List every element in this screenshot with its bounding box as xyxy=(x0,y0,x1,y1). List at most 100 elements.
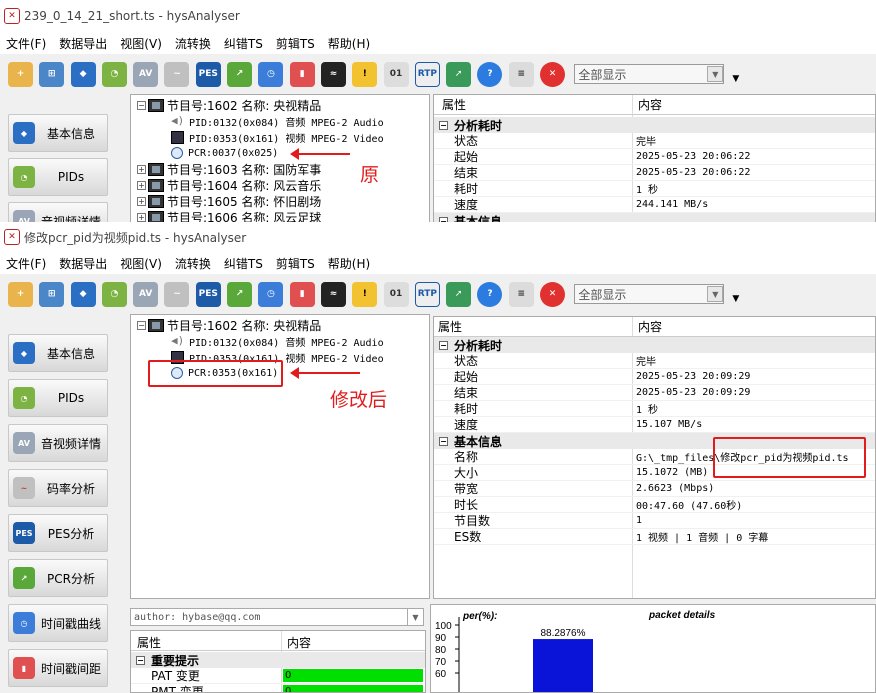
export-arrow-icon[interactable]: ➚ xyxy=(446,281,472,307)
filter-select[interactable]: 全部显示 ▼ xyxy=(574,64,725,84)
pes-icon[interactable]: PES xyxy=(195,61,221,87)
menu-cut-ts[interactable]: 剪辑TS xyxy=(276,35,315,52)
nav-basic-info[interactable]: ◆ 基本信息 xyxy=(8,334,108,372)
expand-icon[interactable]: + xyxy=(137,212,146,222)
speaker-icon: ◀) xyxy=(171,114,185,127)
chevron-down-icon[interactable]: ▼ xyxy=(407,609,423,625)
close-red-icon[interactable]: ✕ xyxy=(540,61,566,87)
bar-chart-icon[interactable]: ▮ xyxy=(289,281,315,307)
network-icon[interactable]: ⊞ xyxy=(39,61,65,87)
menu-help[interactable]: 帮助(H) xyxy=(328,255,370,272)
pie-chart-icon[interactable]: ◔ xyxy=(101,281,127,307)
binary-icon[interactable]: 01 xyxy=(383,281,409,307)
tree-program[interactable]: + 节目号:1605 名称: 怀旧剧场 xyxy=(137,193,321,209)
menu-fix-ts[interactable]: 纠错TS xyxy=(224,255,263,272)
nav-pids[interactable]: ◔ PIDs xyxy=(8,158,108,196)
menu-convert[interactable]: 流转换 xyxy=(175,255,211,272)
nav-pids[interactable]: ◔ PIDs xyxy=(8,379,108,417)
export-arrow-icon[interactable]: ➚ xyxy=(446,61,472,87)
av-icon[interactable]: AV xyxy=(133,61,159,87)
binary-icon[interactable]: 01 xyxy=(383,61,409,87)
expand-icon[interactable]: + xyxy=(137,180,146,190)
info-diamond-icon[interactable]: ◆ xyxy=(70,281,96,307)
menu-view[interactable]: 视图(V) xyxy=(120,35,162,52)
menu-help[interactable]: 帮助(H) xyxy=(328,35,370,52)
menu-file[interactable]: 文件(F) xyxy=(6,255,46,272)
tree-program[interactable]: + 节目号:1603 名称: 国防军事 xyxy=(137,161,321,177)
help-icon[interactable]: ? xyxy=(477,281,503,307)
prop-row: 耗时 1 秒 xyxy=(434,401,875,417)
report-icon[interactable]: ≡ xyxy=(508,61,534,87)
close-red-icon[interactable]: ✕ xyxy=(540,281,566,307)
collapse-icon[interactable]: − xyxy=(439,340,448,350)
tree-audio-pid[interactable]: ◀) PID:0132(0x084) 音频 MPEG-2 Audio xyxy=(171,113,384,129)
nav-bitrate[interactable]: ~ 码率分析 xyxy=(8,469,108,507)
nav-timestamp-curve[interactable]: ◷ 时间戳曲线 xyxy=(8,604,108,642)
bitrate-chart-icon[interactable]: ~ xyxy=(164,61,190,87)
bar-chart-icon[interactable]: ▮ xyxy=(289,61,315,87)
report-icon[interactable]: ≡ xyxy=(508,281,534,307)
av-icon[interactable]: AV xyxy=(133,281,159,307)
warning-icon[interactable]: ! xyxy=(352,281,378,307)
tree-program[interactable]: + 节目号:1604 名称: 风云音乐 xyxy=(137,177,321,193)
nav-pcr[interactable]: ↗ PCR分析 xyxy=(8,559,108,597)
author-select[interactable]: author: hybase@qq.com ▼ xyxy=(130,608,424,626)
info-diamond-icon[interactable]: ◆ xyxy=(70,61,96,87)
menu-export[interactable]: 数据导出 xyxy=(59,255,107,272)
menu-convert[interactable]: 流转换 xyxy=(175,35,211,52)
bitrate-chart-icon[interactable]: ~ xyxy=(164,281,190,307)
rtp-icon[interactable]: RTP xyxy=(414,61,440,87)
clock-icon[interactable]: ◷ xyxy=(258,61,284,87)
expand-icon[interactable]: + xyxy=(137,196,146,206)
section-header[interactable]: − 分析耗时 xyxy=(434,337,875,353)
clock-icon[interactable]: ◷ xyxy=(258,281,284,307)
nav-timestamp-interval[interactable]: ▮ 时间戳间距 xyxy=(8,649,108,687)
section-header[interactable]: − 重要提示 xyxy=(131,652,425,668)
collapse-icon[interactable]: − xyxy=(137,320,146,330)
menu-export[interactable]: 数据导出 xyxy=(59,35,107,52)
chevron-down-icon[interactable]: ▼ xyxy=(707,66,724,82)
waveform-icon[interactable]: ≈ xyxy=(320,281,346,307)
collapse-icon[interactable]: − xyxy=(137,100,146,110)
tree-program[interactable]: − 节目号:1602 名称: 央视精品 xyxy=(137,97,321,113)
tree-label: 节目号:1602 名称: 央视精品 xyxy=(167,98,322,113)
warning-icon[interactable]: ! xyxy=(352,61,378,87)
rtp-icon[interactable]: RTP xyxy=(414,281,440,307)
tree-program[interactable]: + 节目号:1606 名称: 风云足球 xyxy=(137,209,321,222)
filter-select[interactable]: 全部显示 ▼ xyxy=(574,284,725,304)
nav-basic-info[interactable]: ◆ 基本信息 xyxy=(8,114,108,152)
menu-bar: 文件(F) 数据导出 视图(V) 流转换 纠错TS 剪辑TS 帮助(H) xyxy=(0,252,876,274)
nav-av-details[interactable]: AV 音视频详情 xyxy=(8,424,108,462)
collapse-icon[interactable]: − xyxy=(439,120,448,130)
tree-video-pid[interactable]: PID:0353(0x161) 视频 MPEG-2 Video xyxy=(171,129,384,145)
menu-view[interactable]: 视图(V) xyxy=(120,255,162,272)
help-icon[interactable]: ? xyxy=(477,61,503,87)
tree-pcr-pid[interactable]: PCR:0037(0x025) xyxy=(171,145,278,161)
network-icon[interactable]: ⊞ xyxy=(39,281,65,307)
nav-label: 时间戳间距 xyxy=(40,661,101,676)
section-header[interactable]: − 分析耗时 xyxy=(434,117,875,133)
open-folder-icon[interactable]: + xyxy=(8,281,33,307)
nav-av-details[interactable]: AV 音视频详情 xyxy=(8,202,108,222)
menu-cut-ts[interactable]: 剪辑TS xyxy=(276,255,315,272)
waveform-icon[interactable]: ≈ xyxy=(320,61,346,87)
nav-pes[interactable]: PES PES分析 xyxy=(8,514,108,552)
pes-icon[interactable]: PES xyxy=(195,281,221,307)
toolbar-overflow-icon[interactable]: ▼ xyxy=(732,74,739,84)
menu-file[interactable]: 文件(F) xyxy=(6,35,46,52)
tree-audio-pid[interactable]: ◀) PID:0132(0x084) 音频 MPEG-2 Audio xyxy=(171,333,384,349)
menu-fix-ts[interactable]: 纠错TS xyxy=(224,35,263,52)
collapse-icon[interactable]: − xyxy=(136,655,145,665)
chevron-down-icon[interactable]: ▼ xyxy=(707,286,724,302)
section-header[interactable]: − 基本信息 xyxy=(434,213,875,222)
expand-icon[interactable]: + xyxy=(137,164,146,174)
y-tick-label: 60 xyxy=(435,669,447,680)
pcr-chart-icon[interactable]: ↗ xyxy=(227,281,253,307)
toolbar-overflow-icon[interactable]: ▼ xyxy=(732,294,739,304)
tree-label: 节目号:1605 名称: 怀旧剧场 xyxy=(167,194,322,209)
pie-chart-icon[interactable]: ◔ xyxy=(101,61,127,87)
open-folder-icon[interactable]: + xyxy=(8,61,33,87)
collapse-icon[interactable]: − xyxy=(439,436,448,446)
tree-program[interactable]: − 节目号:1602 名称: 央视精品 xyxy=(137,317,321,333)
pcr-chart-icon[interactable]: ↗ xyxy=(227,61,253,87)
